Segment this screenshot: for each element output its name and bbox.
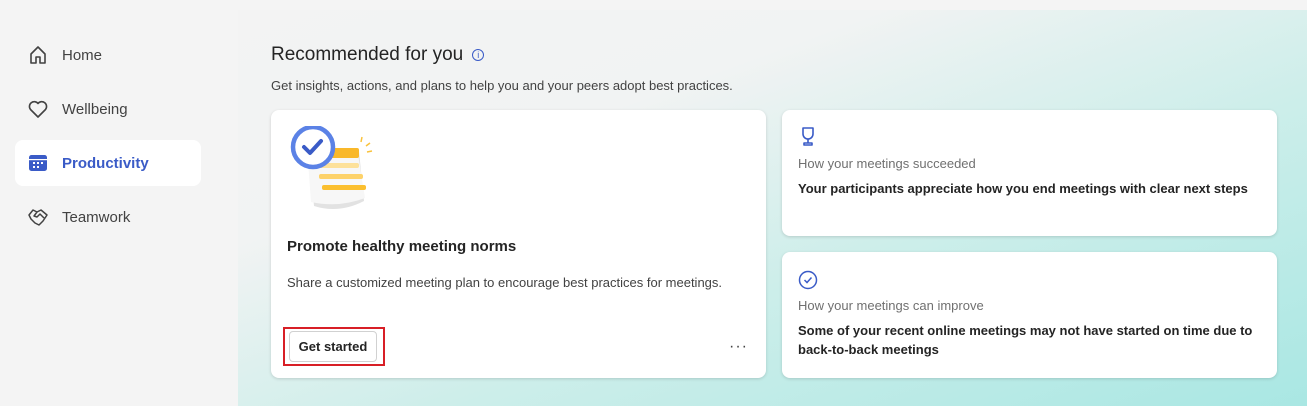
sidebar-item-home[interactable]: Home — [15, 32, 201, 78]
feature-card-description: Share a customized meeting plan to encou… — [287, 275, 723, 290]
insight-text: Some of your recent online meetings may … — [798, 323, 1253, 357]
insight-card[interactable]: How your meetings can improve Some of yo… — [782, 252, 1277, 378]
check-circle-icon — [798, 270, 818, 290]
insight-text: Your participants appreciate how you end… — [798, 181, 1248, 196]
feature-card-title: Promote healthy meeting norms — [287, 238, 517, 255]
page-subtitle: Get insights, actions, and plans to help… — [271, 78, 733, 93]
sidebar-item-teamwork[interactable]: Teamwork — [15, 194, 201, 240]
title-text: Recommended for you — [271, 44, 464, 65]
more-options-button[interactable]: ··· — [729, 338, 748, 356]
heart-icon — [28, 100, 48, 118]
feature-card: Promote healthy meeting norms Share a cu… — [271, 110, 766, 378]
insight-label: How your meetings can improve — [798, 298, 984, 313]
page-title: Recommended for you i — [271, 44, 485, 66]
sidebar-item-label: Productivity — [62, 154, 149, 172]
handshake-icon — [28, 209, 48, 226]
sidebar-item-wellbeing[interactable]: Wellbeing — [15, 86, 201, 132]
insight-card[interactable]: How your meetings succeeded Your partici… — [782, 110, 1277, 236]
insight-label: How your meetings succeeded — [798, 156, 976, 171]
highlight-box: Get started — [283, 327, 385, 366]
home-icon — [30, 46, 46, 64]
sidebar: Home Wellbeing Productivity Teamwork — [0, 0, 238, 406]
sidebar-item-productivity[interactable]: Productivity — [15, 140, 201, 186]
sidebar-item-label: Home — [62, 46, 103, 64]
calendar-icon — [29, 155, 47, 171]
sidebar-item-label: Teamwork — [62, 208, 131, 226]
info-icon[interactable]: i — [472, 49, 485, 61]
sidebar-item-label: Wellbeing — [62, 100, 128, 118]
trophy-icon — [802, 127, 814, 146]
meeting-notes-illustration — [290, 126, 373, 210]
get-started-button[interactable]: Get started — [289, 331, 377, 362]
